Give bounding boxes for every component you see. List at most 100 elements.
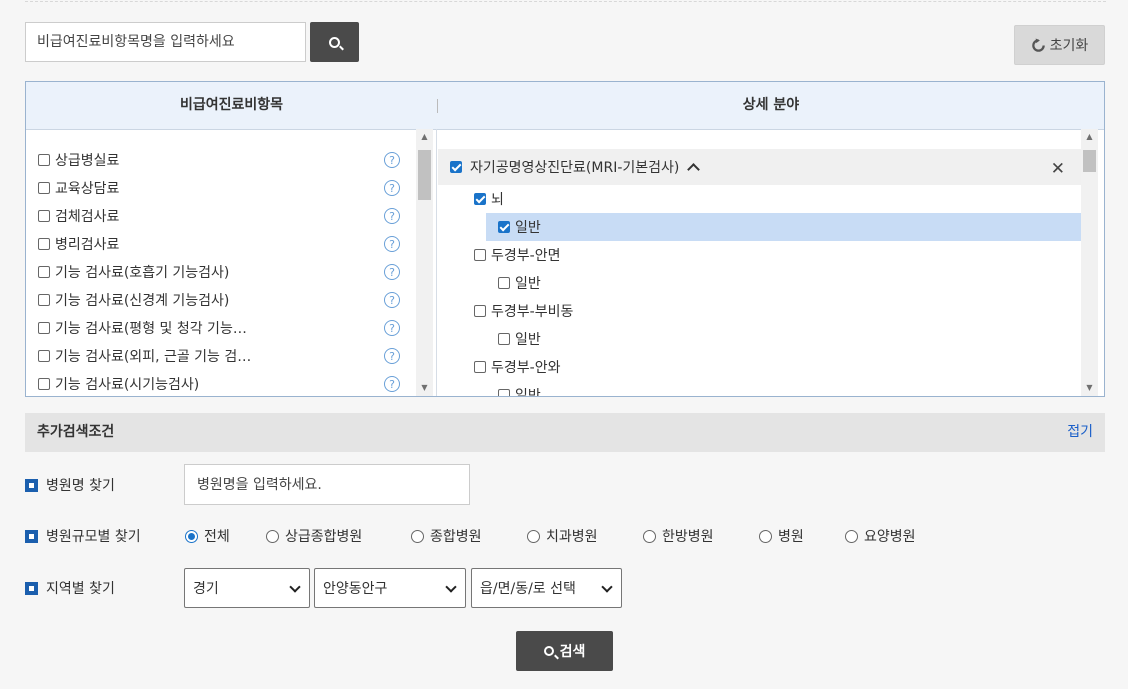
province-select[interactable]: 경기 xyxy=(184,568,310,608)
list-item[interactable]: 기능 검사료(시기능검사) xyxy=(38,372,199,396)
radio[interactable] xyxy=(266,529,279,543)
detail-label: 두경부-안와 xyxy=(491,360,561,376)
detail-item[interactable]: 두경부-안면 xyxy=(474,241,560,269)
size-radio-hospital[interactable]: 병원 xyxy=(759,526,804,546)
fold-link[interactable]: 접기 xyxy=(1067,413,1093,452)
scroll-down-icon[interactable]: ▼ xyxy=(1081,380,1098,396)
list-item[interactable]: 교육상담료 xyxy=(38,176,119,200)
radio[interactable] xyxy=(411,529,424,543)
item-label: 교육상담료 xyxy=(55,181,120,197)
detail-checkbox[interactable] xyxy=(498,389,510,396)
size-radio-nursing[interactable]: 요양병원 xyxy=(845,526,916,546)
hospital-name-input[interactable] xyxy=(184,464,470,505)
item-checkbox[interactable] xyxy=(38,210,50,222)
item-checkbox[interactable] xyxy=(38,182,50,194)
select-value: 경기 xyxy=(193,581,219,597)
item-checkbox[interactable] xyxy=(38,154,50,166)
help-icon[interactable]: ? xyxy=(384,264,400,280)
item-checkbox[interactable] xyxy=(38,378,50,390)
detail-label: 일반 xyxy=(515,332,541,348)
list-item[interactable]: 기능 검사료(호흡기 기능검사) xyxy=(38,260,229,284)
detail-item[interactable]: 일반 xyxy=(498,325,541,353)
list-item[interactable]: 기능 검사료(외피, 근골 기능 검… xyxy=(38,344,251,368)
radio[interactable] xyxy=(759,529,772,543)
select-value: 읍/면/동/로 선택 xyxy=(480,581,576,597)
detail-checkbox[interactable] xyxy=(498,221,510,233)
detail-item[interactable]: 뇌 xyxy=(474,185,504,213)
group-label: 자기공명영상진단료(MRI-기본검사) xyxy=(470,160,680,176)
search-button-label: 검색 xyxy=(559,644,586,660)
list-item[interactable]: 상급병실료 xyxy=(38,148,119,172)
radio-selected[interactable] xyxy=(185,529,198,543)
district-select[interactable]: 안양동안구 xyxy=(314,568,466,608)
item-checkbox[interactable] xyxy=(38,294,50,306)
scroll-thumb[interactable] xyxy=(1083,150,1096,172)
detail-item[interactable]: 일반 xyxy=(498,213,541,241)
left-scrollbar[interactable]: ▲ ▼ xyxy=(416,129,433,396)
panel-header: 비급여진료비항목 상세 분야 xyxy=(26,82,1104,130)
help-icon[interactable]: ? xyxy=(384,348,400,364)
detail-checkbox[interactable] xyxy=(474,361,486,373)
detail-list: 자기공명영상진단료(MRI-기본검사) ✕ 뇌 일반 두경부-안면 일반 두경부… xyxy=(438,129,1081,396)
search-button[interactable]: 검색 xyxy=(516,631,613,671)
item-checkbox[interactable] xyxy=(38,238,50,250)
size-radio-dental[interactable]: 치과병원 xyxy=(527,526,598,546)
detail-item[interactable]: 일반 xyxy=(498,269,541,297)
item-label: 기능 검사료(호흡기 기능검사) xyxy=(55,265,230,281)
list-item[interactable]: 병리검사료 xyxy=(38,232,119,256)
detail-item[interactable]: 일반 xyxy=(498,381,541,396)
reset-button[interactable]: 초기화 xyxy=(1014,25,1105,65)
left-column-title: 비급여진료비항목 xyxy=(179,97,284,113)
detail-label: 일반 xyxy=(515,388,541,396)
list-item[interactable]: 기능 검사료(신경계 기능검사) xyxy=(38,288,229,312)
top-divider xyxy=(25,1,1106,2)
detail-item[interactable]: 두경부-안와 xyxy=(474,353,560,381)
scroll-thumb[interactable] xyxy=(418,150,431,200)
town-select[interactable]: 읍/면/동/로 선택 xyxy=(471,568,622,608)
radio-label: 전체 xyxy=(204,529,230,545)
item-search-button[interactable] xyxy=(310,22,359,62)
detail-checkbox[interactable] xyxy=(474,193,486,205)
item-checkbox[interactable] xyxy=(38,350,50,362)
reset-label: 초기화 xyxy=(1049,38,1089,54)
column-divider xyxy=(436,129,437,396)
list-item[interactable]: 기능 검사료(평형 및 청각 기능… xyxy=(38,316,247,340)
help-icon[interactable]: ? xyxy=(384,292,400,308)
chevron-up-icon[interactable] xyxy=(687,162,701,176)
detail-checkbox[interactable] xyxy=(474,249,486,261)
detail-group-row[interactable]: 자기공명영상진단료(MRI-기본검사) xyxy=(450,153,701,181)
item-checkbox[interactable] xyxy=(38,322,50,334)
detail-checkbox[interactable] xyxy=(474,305,486,317)
chevron-down-icon xyxy=(445,581,457,593)
scroll-up-icon[interactable]: ▲ xyxy=(1081,129,1098,145)
selected-row-highlight xyxy=(486,213,1081,241)
size-radio-oriental[interactable]: 한방병원 xyxy=(643,526,714,546)
help-icon[interactable]: ? xyxy=(384,320,400,336)
close-icon[interactable]: ✕ xyxy=(1051,159,1065,179)
help-icon[interactable]: ? xyxy=(384,236,400,252)
item-search-input[interactable] xyxy=(25,22,306,62)
list-item[interactable]: 검체검사료 xyxy=(38,204,119,228)
radio-label: 치과병원 xyxy=(546,529,598,545)
radio[interactable] xyxy=(845,529,858,543)
radio[interactable] xyxy=(643,529,656,543)
right-scrollbar[interactable]: ▲ ▼ xyxy=(1081,129,1098,396)
group-checkbox[interactable] xyxy=(450,161,462,173)
size-radio-general[interactable]: 종합병원 xyxy=(411,526,482,546)
item-checkbox[interactable] xyxy=(38,266,50,278)
detail-checkbox[interactable] xyxy=(498,277,510,289)
help-icon[interactable]: ? xyxy=(384,152,400,168)
detail-checkbox[interactable] xyxy=(498,333,510,345)
scroll-down-icon[interactable]: ▼ xyxy=(416,380,433,396)
detail-item[interactable]: 두경부-부비동 xyxy=(474,297,573,325)
scroll-up-icon[interactable]: ▲ xyxy=(416,129,433,145)
radio[interactable] xyxy=(527,529,540,543)
item-label: 병리검사료 xyxy=(55,237,120,253)
size-radio-tertiary[interactable]: 상급종합병원 xyxy=(266,526,362,546)
search-icon xyxy=(543,646,554,656)
detail-label: 두경부-부비동 xyxy=(491,304,574,320)
size-radio-all[interactable]: 전체 xyxy=(185,526,230,546)
help-icon[interactable]: ? xyxy=(384,208,400,224)
help-icon[interactable]: ? xyxy=(384,180,400,196)
help-icon[interactable]: ? xyxy=(384,376,400,392)
